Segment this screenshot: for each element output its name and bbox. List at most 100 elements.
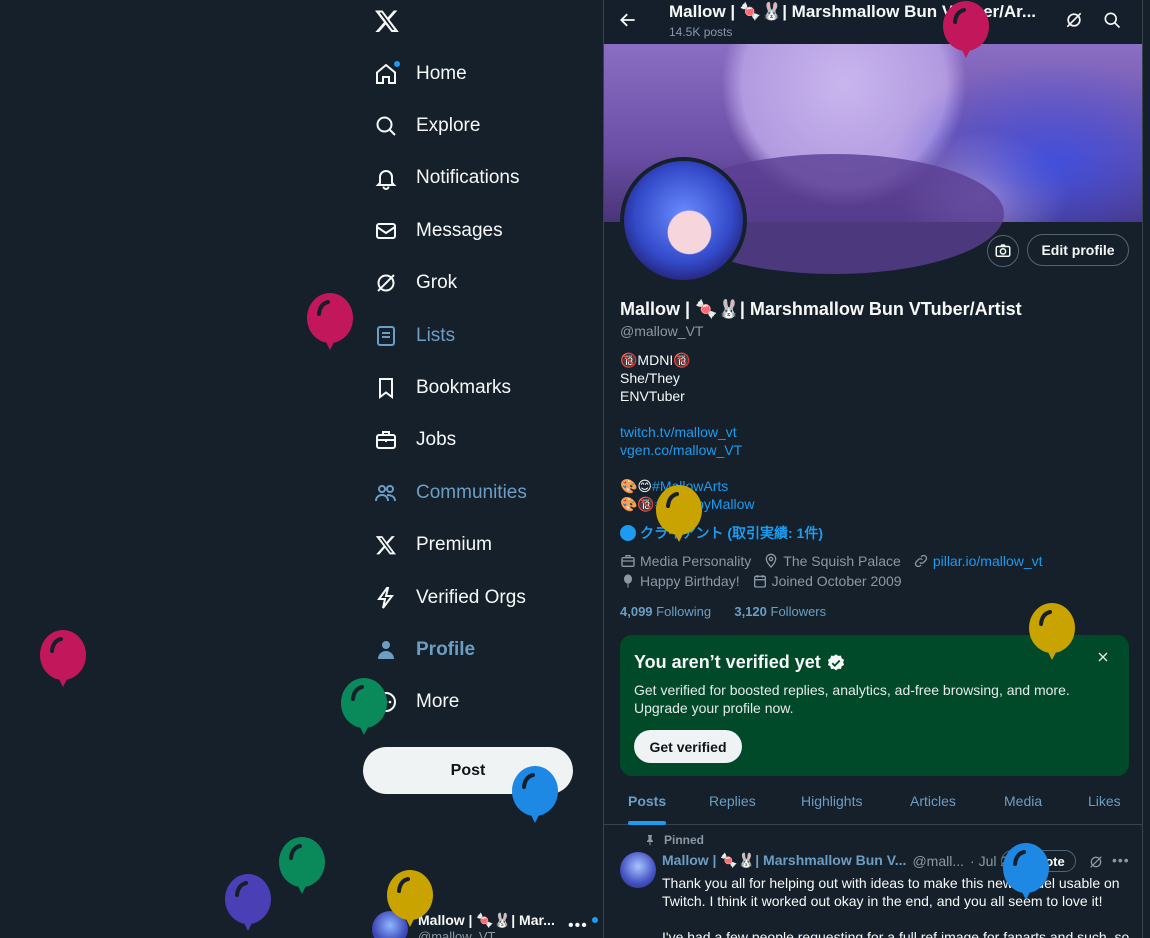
grok-icon[interactable] bbox=[1088, 854, 1104, 870]
tab-highlights[interactable]: Highlights bbox=[801, 777, 862, 825]
pinned-tweet[interactable]: Pinned Mallow | 🍬🐰| Marshmallow Bun V...… bbox=[604, 826, 1142, 938]
profile-location: The Squish Palace bbox=[783, 553, 901, 569]
briefcase-icon bbox=[621, 555, 635, 567]
sidebar-item-label: Profile bbox=[416, 639, 476, 660]
list-icon bbox=[373, 323, 399, 349]
balloon-icon bbox=[341, 678, 387, 735]
x-logo-icon[interactable] bbox=[374, 8, 400, 34]
mail-icon bbox=[373, 218, 399, 244]
profile-category: Media Personality bbox=[640, 553, 752, 569]
client-icon bbox=[620, 525, 636, 541]
get-verified-button[interactable]: Get verified bbox=[634, 730, 742, 763]
communities-icon bbox=[373, 480, 399, 506]
active-tab-indicator bbox=[628, 821, 667, 825]
tab-replies[interactable]: Replies bbox=[709, 777, 756, 825]
tweet-handle: @mall... bbox=[912, 852, 965, 869]
sidebar-item-label: Bookmarks bbox=[416, 377, 512, 398]
sidebar-item-communities[interactable]: Communities bbox=[362, 467, 527, 519]
notification-dot bbox=[394, 61, 400, 67]
followers-link[interactable]: 3,120 Followers bbox=[734, 604, 826, 619]
profile-joined: Joined October 2009 bbox=[771, 573, 902, 589]
verify-card-description: Get verified for boosted replies, analyt… bbox=[634, 682, 1070, 716]
lightning-icon bbox=[373, 585, 399, 611]
tweet-author[interactable]: Mallow | 🍬🐰| Marshmallow Bun V... bbox=[662, 852, 906, 869]
sidebar-item-label: Notifications bbox=[416, 167, 520, 188]
camera-icon[interactable] bbox=[987, 235, 1019, 267]
more-dots-icon[interactable]: ••• bbox=[568, 917, 588, 935]
bell-icon bbox=[373, 165, 399, 191]
tab-likes[interactable]: Likes bbox=[1088, 777, 1121, 825]
following-link[interactable]: 4,099 Following bbox=[620, 604, 711, 619]
sidebar-item-messages[interactable]: Messages bbox=[362, 205, 503, 257]
profile-name: Mallow | 🍬🐰| Marshmallow Bun VTuber/Arti… bbox=[620, 299, 1022, 319]
sidebar-item-explore[interactable]: Explore bbox=[362, 100, 480, 152]
profile-header-bar: Mallow | 🍬🐰| Marshmallow Bun VTuber/Ar..… bbox=[604, 0, 1142, 44]
tab-media[interactable]: Media bbox=[1004, 777, 1042, 825]
sidebar-item-label: Premium bbox=[416, 534, 493, 555]
verified-badge-icon bbox=[827, 653, 844, 670]
person-icon bbox=[373, 637, 399, 663]
bookmark-icon bbox=[373, 375, 399, 401]
avatar[interactable] bbox=[620, 852, 656, 888]
briefcase-icon bbox=[373, 427, 399, 453]
sidebar-item-label: Jobs bbox=[416, 429, 457, 450]
sidebar-item-lists[interactable]: Lists bbox=[362, 310, 455, 362]
sidebar-item-label: Lists bbox=[416, 325, 456, 346]
bio-link[interactable]: twitch.tv/mallow_vt bbox=[620, 423, 754, 441]
link-icon bbox=[914, 554, 927, 568]
sidebar-item-jobs[interactable]: Jobs bbox=[362, 414, 456, 466]
profile-website-link[interactable]: pillar.io/mallow_vt bbox=[933, 553, 1043, 569]
tab-posts[interactable]: Posts bbox=[628, 777, 667, 825]
balloon-icon bbox=[1003, 843, 1049, 900]
sidebar-nav: Home Explore Notifications Messages Grok… bbox=[362, 0, 602, 938]
sidebar-item-verified-orgs[interactable]: Verified Orgs bbox=[362, 572, 526, 624]
sidebar-item-bookmarks[interactable]: Bookmarks bbox=[362, 362, 511, 414]
balloon-icon bbox=[512, 766, 558, 823]
balloon-icon bbox=[624, 574, 632, 588]
sidebar-item-profile[interactable]: Profile bbox=[362, 624, 475, 676]
tweet-text: Thank you all for helping out with ideas… bbox=[662, 875, 1130, 938]
location-icon bbox=[765, 553, 777, 568]
calendar-icon bbox=[753, 575, 766, 588]
edit-profile-button[interactable]: Edit profile bbox=[1027, 234, 1129, 266]
verify-card-title: You aren’t verified yet bbox=[634, 652, 821, 672]
grok-icon[interactable] bbox=[1064, 10, 1084, 30]
sidebar-item-notifications[interactable]: Notifications bbox=[362, 152, 520, 204]
search-icon[interactable] bbox=[1102, 10, 1122, 30]
sidebar-item-label: Messages bbox=[416, 220, 503, 241]
balloon-icon bbox=[279, 837, 325, 894]
profile-avatar[interactable] bbox=[620, 157, 747, 284]
profile-meta: Happy Birthday! Joined October 2009 bbox=[620, 573, 914, 589]
balloon-icon bbox=[943, 1, 989, 58]
grok-icon bbox=[373, 270, 399, 296]
profile-handle: @mallow_VT bbox=[620, 323, 704, 339]
balloon-icon bbox=[656, 485, 702, 542]
notification-dot bbox=[592, 917, 598, 923]
profile-birthday: Happy Birthday! bbox=[640, 573, 740, 589]
sidebar-item-label: More bbox=[416, 691, 460, 712]
pinned-label: Pinned bbox=[664, 833, 705, 847]
follow-counts: 4,099 Following 3,120 Followers bbox=[620, 604, 826, 619]
search-icon bbox=[373, 113, 399, 139]
tab-articles[interactable]: Articles bbox=[910, 777, 956, 825]
sidebar-item-label: Home bbox=[416, 63, 467, 84]
sidebar-item-premium[interactable]: Premium bbox=[362, 519, 492, 571]
profile-tabs: Posts Replies Highlights Articles Media … bbox=[604, 777, 1142, 825]
sidebar-item-home[interactable]: Home bbox=[362, 48, 467, 100]
sidebar-item-label: Explore bbox=[416, 115, 481, 136]
sidebar-item-grok[interactable]: Grok bbox=[362, 257, 457, 309]
sidebar-item-label: Verified Orgs bbox=[416, 587, 526, 608]
close-icon[interactable] bbox=[1095, 649, 1111, 665]
balloon-icon bbox=[387, 870, 433, 927]
back-arrow-icon[interactable] bbox=[618, 10, 638, 30]
pin-icon bbox=[647, 835, 653, 846]
balloon-icon bbox=[307, 293, 353, 350]
client-badge-link[interactable]: クライアント (取引実績: 1件) bbox=[620, 523, 823, 543]
home-icon bbox=[373, 61, 400, 87]
profile-column: Mallow | 🍬🐰| Marshmallow Bun VTuber/Ar..… bbox=[603, 0, 1143, 938]
profile-meta: Media Personality The Squish Palace pill… bbox=[620, 553, 1055, 569]
balloon-icon bbox=[225, 874, 271, 931]
bio-link[interactable]: vgen.co/mallow_VT bbox=[620, 441, 754, 459]
more-dots-icon[interactable]: ••• bbox=[1112, 852, 1130, 868]
account-name: Mallow | 🍬🐰| Mar... bbox=[418, 912, 555, 928]
